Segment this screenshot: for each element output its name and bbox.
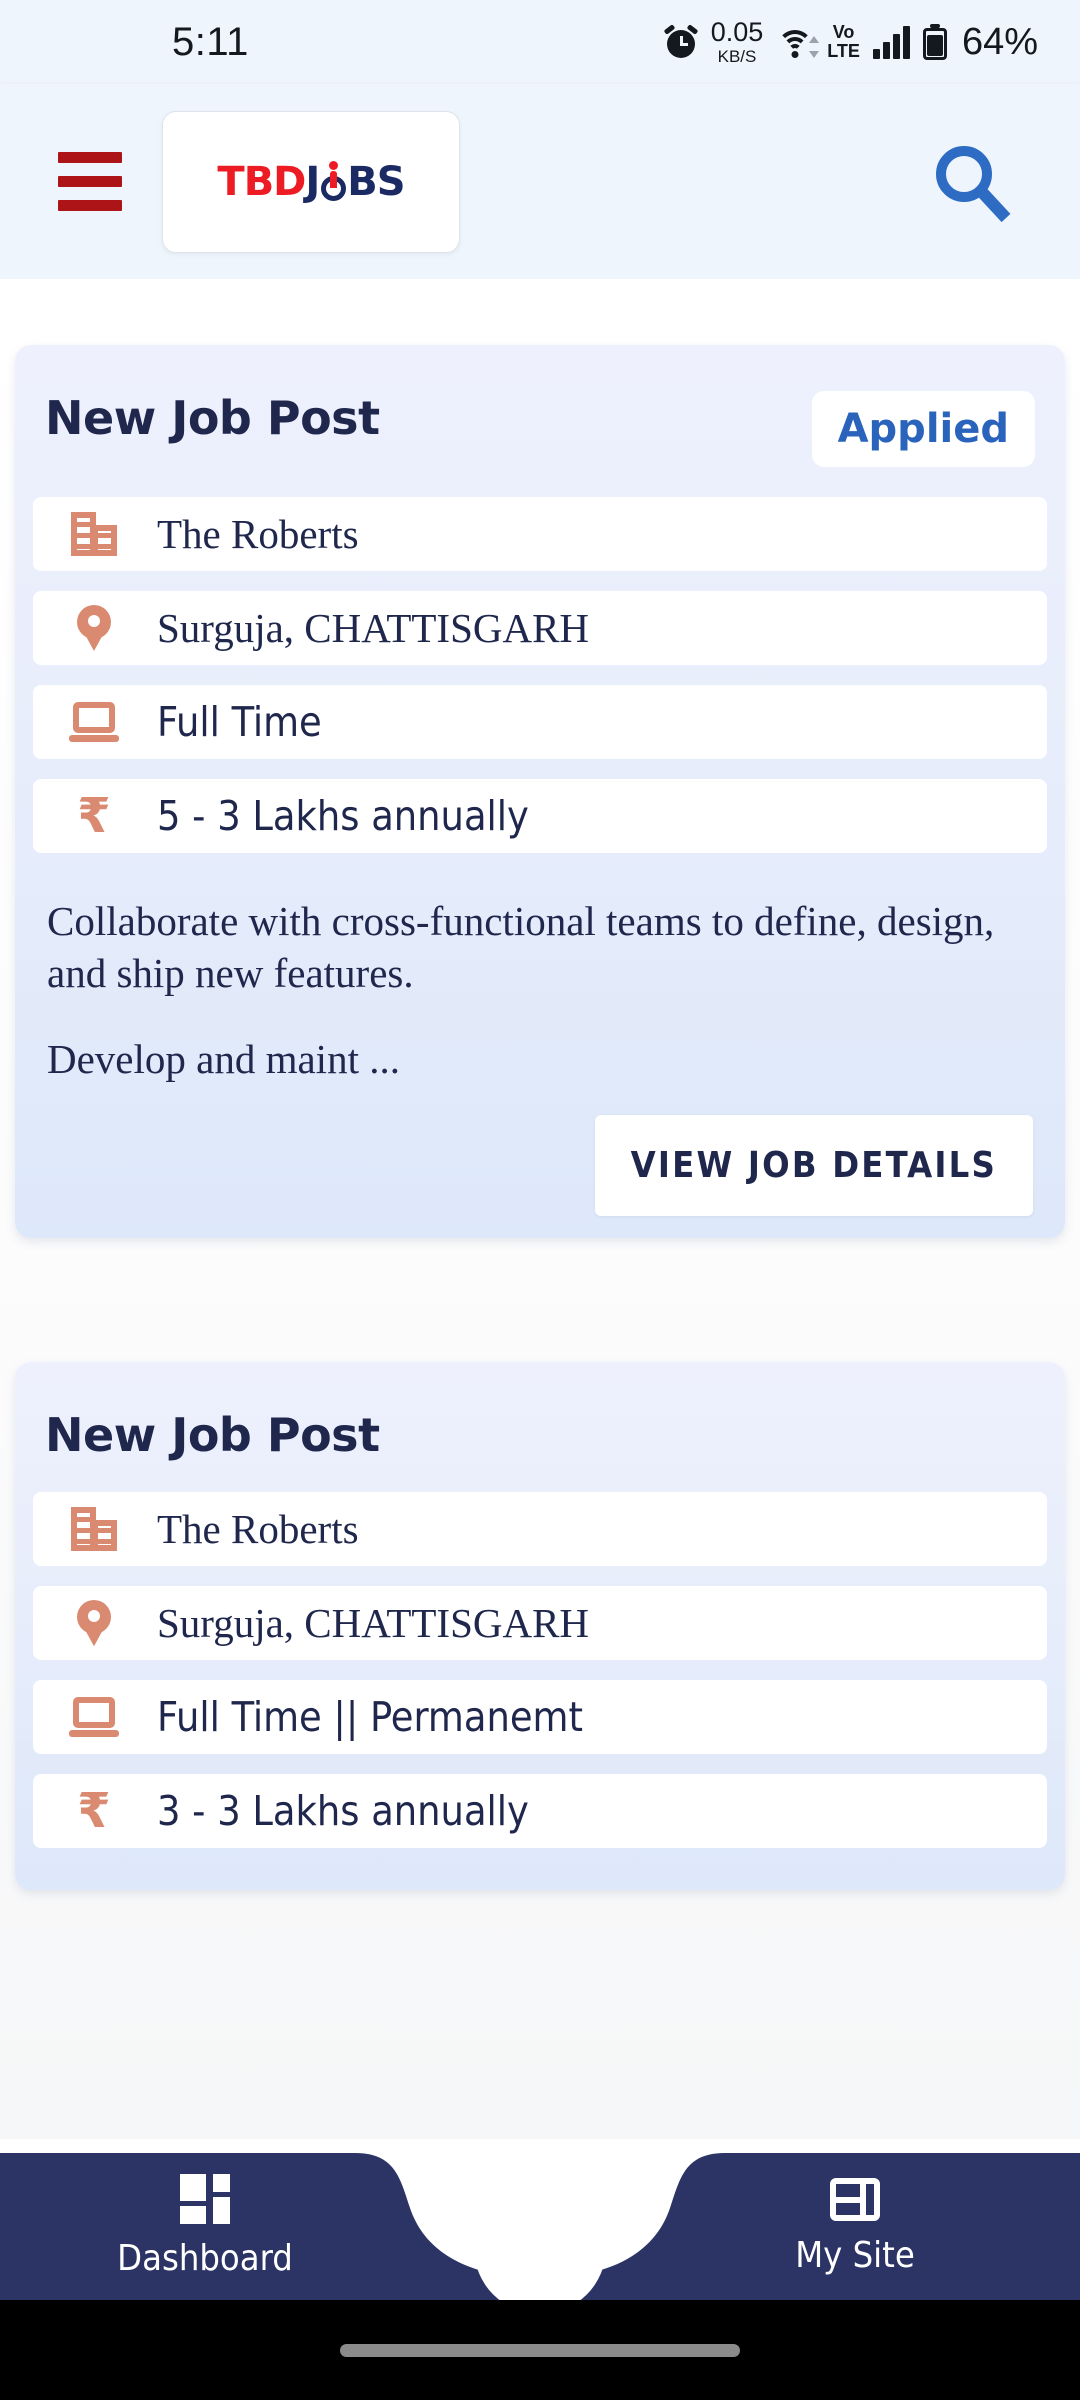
job-card-actions: VIEW JOB DETAILS [15,1085,1065,1217]
job-type-row: Full Time || Permanemt [33,1680,1047,1755]
laptop-icon [63,1697,125,1738]
job-salary-row: ₹ 3 - 3 Lakhs annually [33,1774,1047,1849]
job-salary-value: 3 - 3 Lakhs annually [157,1787,529,1836]
site-layout-icon [830,2177,880,2221]
job-location-value: Surguja, CHATTISGARH [157,1600,590,1647]
logo-text-j: J [305,158,321,205]
rupee-icon: ₹ [77,788,111,844]
logo-person-o-icon [320,160,347,202]
location-pin-icon [63,1600,125,1647]
floating-action-button[interactable] [474,2182,606,2314]
job-location-row: Surguja, CHATTISGARH [33,1586,1047,1661]
app-header: TBD J BS [0,84,1080,279]
cellular-signal-icon [872,25,910,59]
nav-label-my-site: My Site [795,2234,915,2276]
job-description-line-2: Develop and maint ... [47,1036,400,1083]
page-title: New Job Post [45,391,380,445]
view-job-details-button[interactable]: VIEW JOB DETAILS [594,1115,1033,1217]
job-type-row: Full Time [33,685,1047,759]
job-card-header: New Job Post Applied [15,345,1065,497]
network-speed-value: 0.05 [710,17,764,47]
job-location-value: Surguja, CHATTISGARH [157,605,590,651]
nav-label-dashboard: Dashboard [117,2238,293,2279]
volte-bottom-text: LTE [827,41,860,61]
job-description-line-1: Collaborate with cross-functional teams … [47,898,995,997]
network-speed-unit: KB/S [717,47,757,66]
status-bar: 5:11 0.05 KB/S Vo LTE 64% [0,0,1080,84]
search-icon[interactable] [922,132,1022,232]
job-company-name: The Roberts [157,511,359,557]
bottom-navigation-bar: Dashboard My Site [0,2153,1080,2314]
job-detail-rows: The Roberts Surguja, CHATTISGARH Full Ti… [15,1492,1065,1849]
card-separator [0,1238,1080,1362]
logo-text-tbd: TBD [217,158,306,205]
wifi-icon [776,26,820,58]
volte-icon: Vo LTE [827,23,860,61]
job-description: Collaborate with cross-functional teams … [15,873,1065,1085]
app-logo[interactable]: TBD J BS [162,110,460,253]
building-icon [63,1507,125,1552]
status-badge[interactable]: Applied [811,391,1035,467]
network-speed-indicator: 0.05 KB/S [710,17,764,66]
job-company-row: The Roberts [33,497,1047,571]
battery-percent-label: 64% [961,20,1038,63]
job-card[interactable]: New Job Post Applied The Roberts Surguja… [15,345,1065,1239]
status-bar-clock: 5:11 [172,19,249,64]
job-type-value: Full Time [157,698,322,746]
status-bar-indicators: 0.05 KB/S Vo LTE 64% [663,17,1038,66]
system-gesture-bar [0,2300,1080,2400]
job-list-scroll-area[interactable]: New Job Post Applied The Roberts Surguja… [0,279,1080,2139]
nav-item-my-site[interactable]: My Site [690,2177,1020,2276]
job-company-row: The Roberts [33,1492,1047,1567]
alarm-clock-icon [663,24,699,59]
job-card-header: New Job Post [15,1362,1065,1492]
building-icon [63,512,125,556]
job-detail-rows: The Roberts Surguja, CHATTISGARH Full Ti… [15,497,1065,853]
battery-icon [922,24,947,60]
logo-wordmark: TBD J BS [217,158,405,205]
job-type-value: Full Time || Permanemt [157,1693,583,1742]
page-title: New Job Post [45,1408,380,1463]
job-location-row: Surguja, CHATTISGARH [33,591,1047,665]
gesture-pill[interactable] [340,2344,740,2357]
job-salary-value: 5 - 3 Lakhs annually [157,792,529,840]
job-card[interactable]: New Job Post The Roberts Surguja, CHATTI… [15,1362,1065,1891]
nav-item-dashboard[interactable]: Dashboard [40,2174,370,2279]
volte-top-text: Vo [832,22,855,43]
logo-text-bs: BS [347,158,405,205]
dashboard-grid-icon [180,2174,230,2224]
laptop-icon [63,702,125,742]
rupee-icon: ₹ [77,1783,111,1840]
job-company-name: The Roberts [157,1506,359,1553]
hamburger-menu-icon[interactable] [58,152,122,211]
location-pin-icon [63,605,125,651]
job-salary-row: ₹ 5 - 3 Lakhs annually [33,779,1047,853]
